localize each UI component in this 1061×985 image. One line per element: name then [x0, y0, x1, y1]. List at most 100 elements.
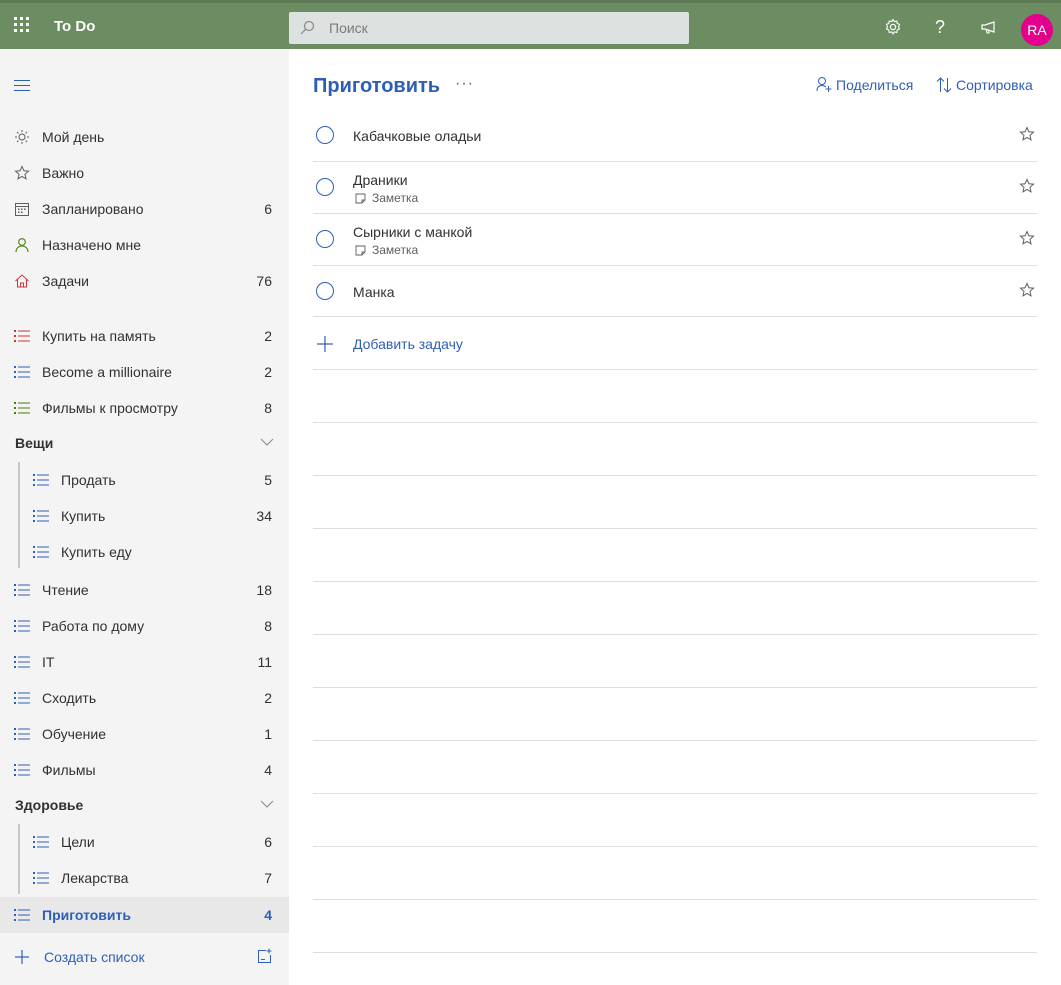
list-icon [14, 618, 30, 634]
sidebar-item-list[interactable]: Продать 5 [0, 462, 289, 498]
sidebar-item-label: Become a millionaire [42, 364, 172, 380]
empty-row-line [313, 634, 1037, 635]
sidebar-item-list[interactable]: Сходить 2 [0, 680, 289, 716]
note-label: Заметка [372, 191, 419, 205]
more-options-button[interactable]: ··· [455, 75, 474, 93]
sidebar-item-list[interactable]: Become a millionaire 2 [0, 354, 289, 390]
sun-icon [14, 129, 30, 145]
sidebar-item-list[interactable]: Купить еду [0, 534, 289, 570]
star-icon[interactable] [1019, 282, 1035, 298]
empty-row-line [313, 581, 1037, 582]
sidebar-item-count: 2 [264, 328, 272, 344]
app-launcher-icon[interactable] [14, 17, 30, 33]
share-button[interactable]: Поделиться [816, 76, 913, 93]
sidebar-item-label: Фильмы [42, 762, 96, 778]
star-icon[interactable] [1019, 126, 1035, 142]
task-title[interactable]: Кабачковые оладьи [353, 128, 481, 144]
sidebar-item-label: IT [42, 654, 55, 670]
task-row[interactable]: Манка [313, 266, 1037, 317]
list-icon [33, 472, 49, 488]
megaphone-icon[interactable] [978, 16, 1000, 38]
sidebar-item-label: Фильмы к просмотру [42, 400, 178, 416]
sidebar-item-tasks[interactable]: Задачи 76 [0, 263, 289, 299]
settings-gear-icon[interactable] [882, 16, 904, 38]
sidebar-item-list[interactable]: Лекарства 7 [0, 860, 289, 896]
sidebar-item-list[interactable]: Чтение 18 [0, 572, 289, 608]
sidebar-item-count: 7 [264, 870, 272, 886]
add-task-label: Добавить задачу [353, 336, 463, 352]
list-title[interactable]: Приготовить [313, 75, 440, 98]
sidebar-item-important[interactable]: Важно [0, 155, 289, 191]
plus-icon [15, 950, 29, 964]
empty-row-line [313, 687, 1037, 688]
sidebar-item-list[interactable]: Обучение 1 [0, 716, 289, 752]
task-row[interactable]: Кабачковые оладьи [313, 110, 1037, 162]
sidebar-item-count: 8 [264, 400, 272, 416]
sidebar-item-assigned[interactable]: Назначено мне [0, 227, 289, 263]
sort-arrows-icon [936, 77, 952, 93]
sidebar-item-count: 4 [264, 762, 272, 778]
sort-button[interactable]: Сортировка [936, 76, 1033, 94]
sidebar-item-list[interactable]: IT 11 [0, 644, 289, 680]
calendar-icon [14, 201, 30, 217]
sidebar-item-label: Купить еду [61, 544, 132, 560]
search-icon [300, 20, 315, 35]
chevron-down-icon[interactable] [260, 438, 274, 446]
task-complete-checkbox[interactable] [316, 126, 334, 144]
chevron-down-icon[interactable] [260, 800, 274, 808]
avatar[interactable]: RA [1021, 14, 1053, 46]
sidebar-item-list[interactable]: Фильмы к просмотру 8 [0, 390, 289, 426]
group-label: Вещи [15, 435, 54, 451]
star-icon[interactable] [1019, 230, 1035, 246]
task-complete-checkbox[interactable] [316, 178, 334, 196]
sidebar-item-list[interactable]: Купить на память 2 [0, 318, 289, 354]
sidebar-item-active-list[interactable]: Приготовить 4 [0, 897, 289, 933]
task-row[interactable]: Сырники с манкой Заметка [313, 214, 1037, 266]
sidebar-item-list[interactable]: Цели 6 [0, 824, 289, 860]
help-icon[interactable]: ? [929, 16, 951, 38]
task-note-indicator: Заметка [355, 243, 418, 257]
list-icon [14, 364, 30, 380]
star-icon [14, 165, 30, 181]
task-title[interactable]: Драники [353, 172, 408, 188]
sidebar-item-count: 6 [264, 201, 272, 217]
sidebar-item-planned[interactable]: Запланировано 6 [0, 191, 289, 227]
sidebar: Мой день Важно Запланировано 6 Назначено… [0, 49, 289, 985]
sort-label: Сортировка [956, 77, 1033, 93]
search-input[interactable] [329, 12, 679, 44]
sidebar-item-list[interactable]: Работа по дому 8 [0, 608, 289, 644]
sidebar-item-label: Задачи [42, 273, 90, 289]
star-icon[interactable] [1019, 178, 1035, 194]
sidebar-item-list[interactable]: Купить 34 [0, 498, 289, 534]
task-title[interactable]: Манка [353, 284, 395, 300]
plus-icon [317, 336, 333, 352]
list-icon [33, 508, 49, 524]
empty-row-line [313, 793, 1037, 794]
sidebar-item-count: 5 [264, 472, 272, 488]
task-row[interactable]: Драники Заметка [313, 162, 1037, 214]
hamburger-menu-icon[interactable] [14, 80, 30, 92]
note-icon [355, 193, 366, 203]
sidebar-item-label: Купить [61, 508, 106, 524]
empty-row-line [313, 952, 1037, 953]
group-header[interactable]: Вещи [0, 426, 289, 462]
new-group-icon[interactable] [256, 948, 272, 964]
person-icon [14, 237, 30, 253]
task-title[interactable]: Сырники с манкой [353, 224, 472, 240]
sidebar-item-count: 76 [256, 273, 272, 289]
task-note-indicator: Заметка [355, 191, 418, 205]
sidebar-item-list[interactable]: Фильмы 4 [0, 752, 289, 788]
sidebar-item-my-day[interactable]: Мой день [0, 119, 289, 155]
list-icon [33, 544, 49, 560]
sidebar-item-label: Назначено мне [42, 237, 141, 253]
list-icon [14, 762, 30, 778]
search-box[interactable] [289, 12, 689, 44]
task-complete-checkbox[interactable] [316, 230, 334, 248]
task-complete-checkbox[interactable] [316, 282, 334, 300]
app-title[interactable]: To Do [54, 18, 95, 35]
add-task-button[interactable]: Добавить задачу [313, 317, 1037, 370]
create-list-button[interactable]: Создать список [0, 940, 289, 976]
list-icon [33, 834, 49, 850]
sidebar-item-label: Продать [61, 472, 116, 488]
group-header[interactable]: Здоровье [0, 788, 289, 824]
